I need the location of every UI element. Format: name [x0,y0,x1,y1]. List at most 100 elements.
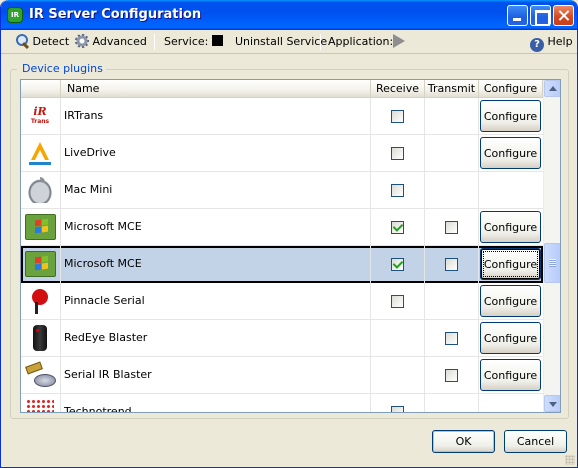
table-row[interactable]: Microsoft MCE Configure [21,209,543,246]
scroll-down-button[interactable] [544,395,560,412]
configure-button[interactable]: Configure [480,285,541,317]
livedrive-logo-icon [26,140,54,166]
receive-checkbox[interactable] [391,184,404,197]
receive-cell [371,394,425,412]
configure-button[interactable]: Configure [480,137,541,169]
table-row[interactable]: Pinnacle Serial Configure [21,283,543,320]
transmit-cell [425,246,479,283]
table-row[interactable]: LiveDrive Configure [21,135,543,172]
technotrend-logo-icon [26,399,54,412]
receive-cell [371,209,425,246]
receive-checkbox[interactable] [391,258,404,271]
receive-checkbox[interactable] [391,221,404,234]
plugin-name: Mac Mini [61,172,371,209]
transmit-checkbox[interactable] [445,221,458,234]
table-row[interactable]: Serial IR Blaster Configure [21,357,543,394]
configure-cell: Configure [479,357,543,394]
icon-cell [21,394,61,412]
configure-cell: Configure [479,209,543,246]
stop-icon [212,35,223,46]
help-label: Help [547,35,573,48]
header-receive[interactable]: Receive [371,80,425,97]
receive-checkbox[interactable] [391,110,404,123]
plugin-name: Technotrend [61,394,371,412]
detect-label: Detect [32,35,70,48]
transmit-cell [425,135,479,172]
app-icon: IR [7,7,23,23]
detect-button[interactable]: Detect [15,34,69,50]
receive-cell [371,283,425,320]
plugin-name: Pinnacle Serial [61,283,371,320]
grid-header: Name Receive Transmit Configure [21,80,543,98]
configure-cell [479,172,543,209]
ok-button[interactable]: OK [432,430,495,453]
configure-cell [479,394,543,412]
transmit-checkbox[interactable] [445,369,458,382]
table-row-selected[interactable]: Microsoft MCE Configure [21,246,543,283]
maximize-button[interactable] [530,5,551,26]
configure-cell: Configure [479,246,543,283]
icon-cell [21,246,61,283]
magnifier-icon [15,34,29,48]
transmit-checkbox[interactable] [445,258,458,271]
resize-grip[interactable] [565,455,575,465]
uninstall-service-button[interactable]: Uninstall Service [235,34,327,50]
apple-logo-icon [26,177,54,203]
window-title: IR Server Configuration [29,7,202,22]
icon-cell [21,357,61,394]
help-button[interactable]: ? Help [530,34,573,52]
receive-cell [371,246,425,283]
irtrans-logo-icon: iR Trans [26,103,54,129]
title-bar[interactable]: IR IR Server Configuration [1,0,577,30]
start-application-button[interactable] [393,34,405,50]
stop-service-button[interactable] [212,34,223,50]
scroll-thumb[interactable] [544,243,560,283]
scroll-up-button[interactable] [544,80,560,97]
configure-button[interactable]: Configure [480,211,541,243]
header-icon-column[interactable] [21,80,61,97]
windows-logo-icon [25,214,56,240]
header-name[interactable]: Name [61,80,371,97]
minimize-button[interactable] [507,5,528,26]
help-icon: ? [530,38,544,52]
icon-cell: iR Trans [21,98,61,135]
table-row[interactable]: Mac Mini [21,172,543,209]
configure-cell: Configure [479,135,543,172]
icon-cell [21,135,61,172]
icon-cell [21,172,61,209]
table-row[interactable]: Technotrend [21,394,543,412]
advanced-label: Advanced [92,35,147,48]
receive-cell [371,357,425,394]
transmit-cell [425,320,479,357]
cancel-button[interactable]: Cancel [504,430,567,453]
toolbar: Detect Advanced Service: Uninstall Servi… [1,30,577,54]
receive-cell [371,98,425,135]
grid-rows: iR Trans IRTrans Configure LiveDrive Con… [21,98,543,412]
transmit-cell [425,98,479,135]
configure-button[interactable]: Configure [480,322,541,354]
configure-button[interactable]: Configure [480,359,541,391]
configure-button[interactable]: Configure [480,100,541,132]
advanced-button[interactable]: Advanced [75,34,147,50]
serial-blaster-icon [26,362,56,388]
transmit-checkbox[interactable] [445,332,458,345]
ir-server-configuration-window: IR IR Server Configuration Detect Advanc… [0,0,578,468]
configure-button[interactable]: Configure [480,248,541,280]
table-row[interactable]: RedEye Blaster Configure [21,320,543,357]
close-button[interactable] [553,5,574,26]
transmit-cell [425,172,479,209]
plugin-name: RedEye Blaster [61,320,371,357]
header-configure[interactable]: Configure [479,80,543,97]
irtrans-logo-subtext: Trans [30,118,50,125]
receive-cell [371,172,425,209]
table-row[interactable]: iR Trans IRTrans Configure [21,98,543,135]
vertical-scrollbar[interactable] [543,80,560,412]
icon-cell [21,283,61,320]
header-transmit[interactable]: Transmit [425,80,479,97]
receive-checkbox[interactable] [391,406,404,412]
receive-checkbox[interactable] [391,295,404,308]
receive-checkbox[interactable] [391,147,404,160]
device-plugins-grid[interactable]: Name Receive Transmit Configure iR Trans … [20,79,561,413]
plugin-name: Microsoft MCE [61,246,371,283]
receive-cell [371,135,425,172]
